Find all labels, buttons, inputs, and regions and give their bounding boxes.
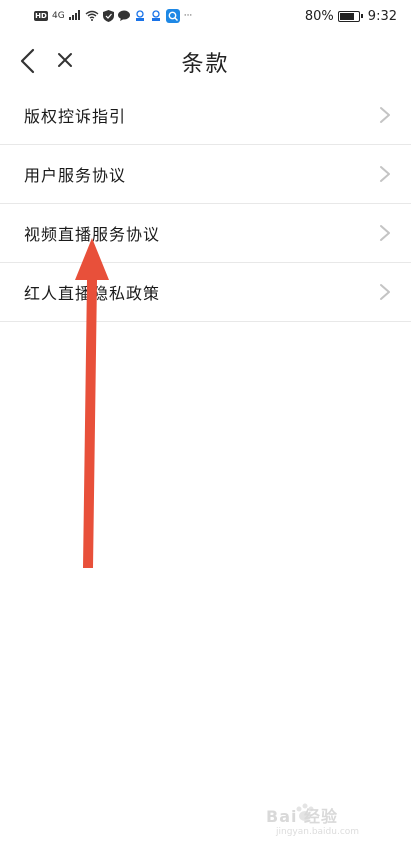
chevron-right-icon — [380, 166, 390, 182]
battery-fill — [339, 12, 355, 20]
more-notifications-icon: ··· — [183, 11, 193, 21]
status-bar: HD 4G ··· 80% 9:32 — [0, 0, 411, 32]
chevron-right-icon — [380, 284, 390, 300]
network-type-label: 4G — [52, 11, 65, 21]
status-time: 9:32 — [367, 8, 397, 24]
chevron-right-icon — [380, 225, 390, 241]
search-app-icon — [165, 9, 180, 23]
chevron-right-icon — [380, 107, 390, 123]
battery-percent: 80% — [304, 8, 334, 24]
signal-icon — [68, 10, 81, 22]
app-notification-icon-2 — [150, 10, 162, 22]
title-bar: 条款 — [0, 32, 411, 90]
screen: HD 4G ··· 80% 9:32 条款 版权控诉指引 用户服务协议 视频直播… — [0, 0, 411, 861]
wifi-icon — [85, 10, 99, 22]
list-item-live-privacy-policy[interactable]: 红人直播隐私政策 — [0, 263, 411, 322]
list-item-copyright-complaint-guide[interactable]: 版权控诉指引 — [0, 86, 411, 145]
status-icons-right: 80% 9:32 — [305, 9, 397, 24]
list-item-video-live-service-agreement[interactable]: 视频直播服务协议 — [0, 204, 411, 263]
terms-list: 版权控诉指引 用户服务协议 视频直播服务协议 红人直播隐私政策 — [0, 86, 411, 322]
annotation-arrow — [75, 238, 109, 568]
app-notification-icon — [134, 10, 146, 22]
watermark-text: Bai 经验 — [266, 807, 339, 826]
list-item-user-service-agreement[interactable]: 用户服务协议 — [0, 145, 411, 204]
shield-icon — [102, 10, 114, 22]
watermark-subtext: jingyan.baidu.com — [276, 827, 360, 837]
page-title: 条款 — [181, 52, 230, 77]
baidu-jingyan-watermark: Bai 经验 jingyan.baidu.com — [262, 803, 387, 845]
chat-bubble-icon — [117, 10, 130, 22]
battery-icon — [337, 10, 363, 22]
hd-icon: HD — [34, 11, 48, 21]
list-item-label: 版权控诉指引 — [24, 107, 127, 126]
list-item-label: 用户服务协议 — [24, 166, 127, 185]
status-icons-left: HD 4G ··· — [34, 9, 192, 23]
